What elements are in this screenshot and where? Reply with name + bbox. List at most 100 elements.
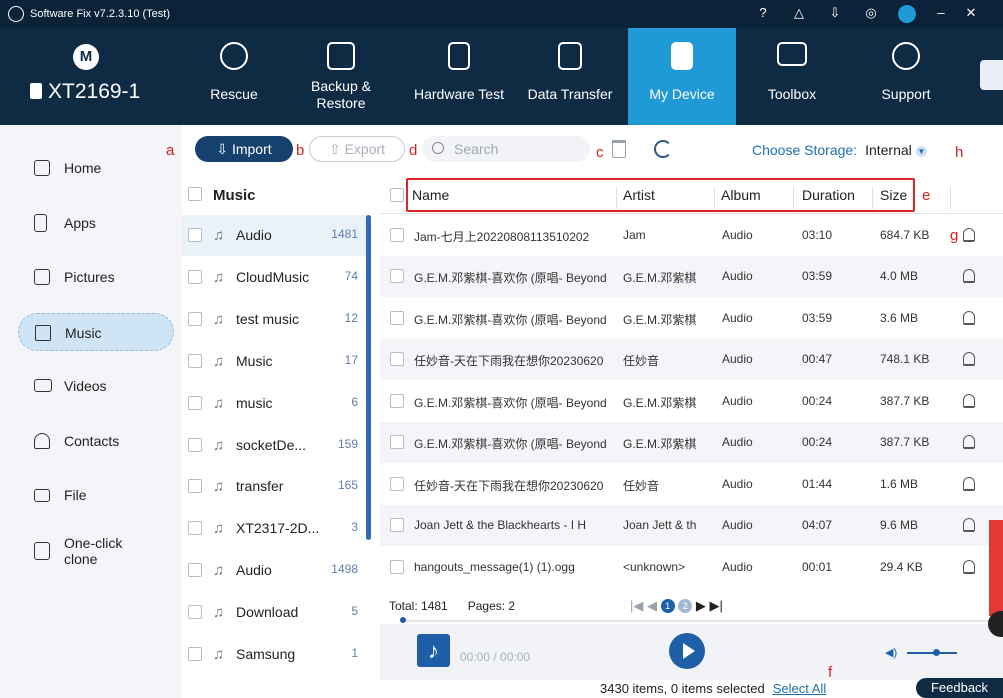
select-all-link[interactable]: Select All	[773, 681, 826, 696]
tab-rescue[interactable]: Rescue	[195, 28, 273, 125]
last-page-icon[interactable]: ▶|	[710, 598, 723, 613]
list-item[interactable]: ♫ music 6	[182, 383, 368, 424]
tab-backup-restore[interactable]: Backup & Restore	[292, 28, 390, 125]
set-ringtone-bell-icon[interactable]	[963, 518, 975, 532]
folder-checkbox[interactable]	[188, 396, 202, 410]
user-avatar-icon[interactable]	[898, 5, 916, 23]
set-ringtone-bell-icon[interactable]	[963, 269, 975, 283]
list-item[interactable]: ♫ CloudMusic 74	[182, 257, 368, 298]
list-item[interactable]: ♫ Download 5	[182, 592, 368, 633]
side-float-tab[interactable]	[989, 520, 1003, 616]
sidebar: Home Apps Pictures Music Videos Contacts…	[0, 125, 182, 698]
row-checkbox[interactable]	[390, 269, 404, 283]
volume-track[interactable]	[907, 652, 957, 654]
set-ringtone-bell-icon[interactable]	[963, 435, 975, 449]
bell-icon[interactable]: △	[790, 5, 808, 23]
next-page-icon[interactable]: ▶	[696, 598, 706, 613]
table-row[interactable]: Jam-七月上20220808113510202 Jam Audio 03:10 684…	[380, 215, 1003, 256]
tab-my-device[interactable]: My Device	[628, 28, 736, 125]
folder-checkbox[interactable]	[188, 438, 202, 452]
select-all-checkbox[interactable]	[390, 188, 404, 202]
tab-data-transfer[interactable]: Data Transfer	[520, 28, 620, 125]
row-checkbox[interactable]	[390, 560, 404, 574]
sidebar-item-apps[interactable]: Apps	[18, 204, 174, 242]
folder-checkbox[interactable]	[188, 270, 202, 284]
folder-checkbox[interactable]	[188, 647, 202, 661]
list-item[interactable]: ♫ socketDe... 159	[182, 425, 368, 466]
page-2-button[interactable]: 2	[678, 599, 693, 613]
row-checkbox[interactable]	[390, 518, 404, 532]
shield-icon[interactable]	[980, 60, 1003, 90]
folder-checkbox[interactable]	[188, 354, 202, 368]
playback-progress[interactable]	[400, 617, 1003, 623]
table-row[interactable]: G.E.M.邓紫棋-喜欢你 (原唱- Beyond G.E.M.邓紫棋 Audio 0…	[380, 256, 1003, 297]
tab-hardware-test[interactable]: Hardware Test	[405, 28, 513, 125]
set-ringtone-bell-icon[interactable]	[963, 352, 975, 366]
list-item[interactable]: ♫ Music 17	[182, 341, 368, 382]
update-icon[interactable]: ⇩	[826, 5, 844, 23]
folder-checkbox[interactable]	[188, 228, 202, 242]
sidebar-item-one-click-clone[interactable]: One-click clone	[18, 531, 174, 571]
set-ringtone-bell-icon[interactable]	[963, 477, 975, 491]
list-item[interactable]: ♫ Samsung 1	[182, 634, 368, 675]
prev-page-icon[interactable]: ◀	[647, 598, 657, 613]
list-item[interactable]: ♫ transfer 165	[182, 466, 368, 507]
minimize-icon[interactable]: –	[932, 5, 950, 23]
settings-icon[interactable]: ◎	[862, 5, 880, 23]
row-checkbox[interactable]	[390, 435, 404, 449]
search-input[interactable]: Search	[422, 136, 590, 162]
sidebar-item-pictures[interactable]: Pictures	[18, 258, 174, 296]
sidebar-item-music[interactable]: Music	[18, 313, 174, 351]
progress-knob[interactable]	[400, 617, 406, 623]
list-item[interactable]: ♫ test music 12	[182, 299, 368, 340]
play-button[interactable]	[669, 633, 705, 669]
sidebar-item-file[interactable]: File	[18, 476, 174, 514]
volume-control[interactable]: ◀)	[885, 646, 965, 659]
row-checkbox[interactable]	[390, 311, 404, 325]
set-ringtone-bell-icon[interactable]	[963, 311, 975, 325]
list-item[interactable]: ♫ Audio 1481	[182, 215, 368, 256]
tab-toolbox[interactable]: Toolbox	[752, 28, 832, 125]
table-row[interactable]: G.E.M.邓紫棋-喜欢你 (原唱- Beyond G.E.M.邓紫棋 Audio 0…	[380, 381, 1003, 422]
close-icon[interactable]: ✕	[962, 5, 980, 23]
row-checkbox[interactable]	[390, 352, 404, 366]
folder-checkbox[interactable]	[188, 479, 202, 493]
storage-selector[interactable]: Choose Storage: Internal ▼	[752, 142, 927, 158]
folder-list-scrollbar[interactable]	[366, 215, 371, 540]
page-1-button[interactable]: 1	[660, 599, 675, 613]
row-checkbox[interactable]	[390, 477, 404, 491]
folder-count: 3	[351, 520, 358, 534]
delete-icon[interactable]	[612, 140, 626, 158]
select-all-folders-checkbox[interactable]	[188, 187, 202, 201]
set-ringtone-bell-icon[interactable]	[963, 228, 975, 242]
sidebar-item-home[interactable]: Home	[18, 149, 174, 187]
help-icon[interactable]: ?	[754, 5, 772, 23]
folder-checkbox[interactable]	[188, 521, 202, 535]
cell-duration: 03:59	[802, 311, 833, 325]
table-row[interactable]: G.E.M.邓紫棋-喜欢你 (原唱- Beyond G.E.M.邓紫棋 Audio 0…	[380, 422, 1003, 463]
folder-checkbox[interactable]	[188, 563, 202, 577]
row-checkbox[interactable]	[390, 228, 404, 242]
table-row[interactable]: Joan Jett & the Blackhearts - I H Joan Je…	[380, 505, 1003, 546]
export-button[interactable]: ⇧ Export	[309, 136, 405, 162]
folder-checkbox[interactable]	[188, 312, 202, 326]
set-ringtone-bell-icon[interactable]	[963, 560, 975, 574]
table-row[interactable]: G.E.M.邓紫棋-喜欢你 (原唱- Beyond G.E.M.邓紫棋 Audio 0…	[380, 298, 1003, 339]
sidebar-item-contacts[interactable]: Contacts	[18, 422, 174, 460]
table-row[interactable]: 任妙音-天在下雨我在想你20230620 任妙音 Audio 00:47 748.1 K…	[380, 339, 1003, 380]
first-page-icon[interactable]: |◀	[630, 598, 643, 613]
volume-knob[interactable]	[933, 649, 940, 656]
list-item[interactable]: ♫ Audio 1498	[182, 550, 368, 591]
import-button[interactable]: ⇩ Import	[195, 136, 293, 162]
table-row[interactable]: hangouts_message(1) (1).ogg <unknown> Audi…	[380, 547, 1003, 588]
refresh-icon[interactable]	[654, 140, 672, 158]
sidebar-item-videos[interactable]: Videos	[18, 367, 174, 405]
set-ringtone-bell-icon[interactable]	[963, 394, 975, 408]
tab-support[interactable]: Support	[866, 28, 946, 125]
folder-checkbox[interactable]	[188, 605, 202, 619]
table-row[interactable]: 任妙音-天在下雨我在想你20230620 任妙音 Audio 01:44 1.6 MB	[380, 464, 1003, 505]
list-item[interactable]: ♫ XT2317-2D... 3	[182, 508, 368, 549]
row-checkbox[interactable]	[390, 394, 404, 408]
feedback-button[interactable]: Feedback	[916, 678, 1003, 698]
cell-album: Audio	[722, 352, 753, 366]
